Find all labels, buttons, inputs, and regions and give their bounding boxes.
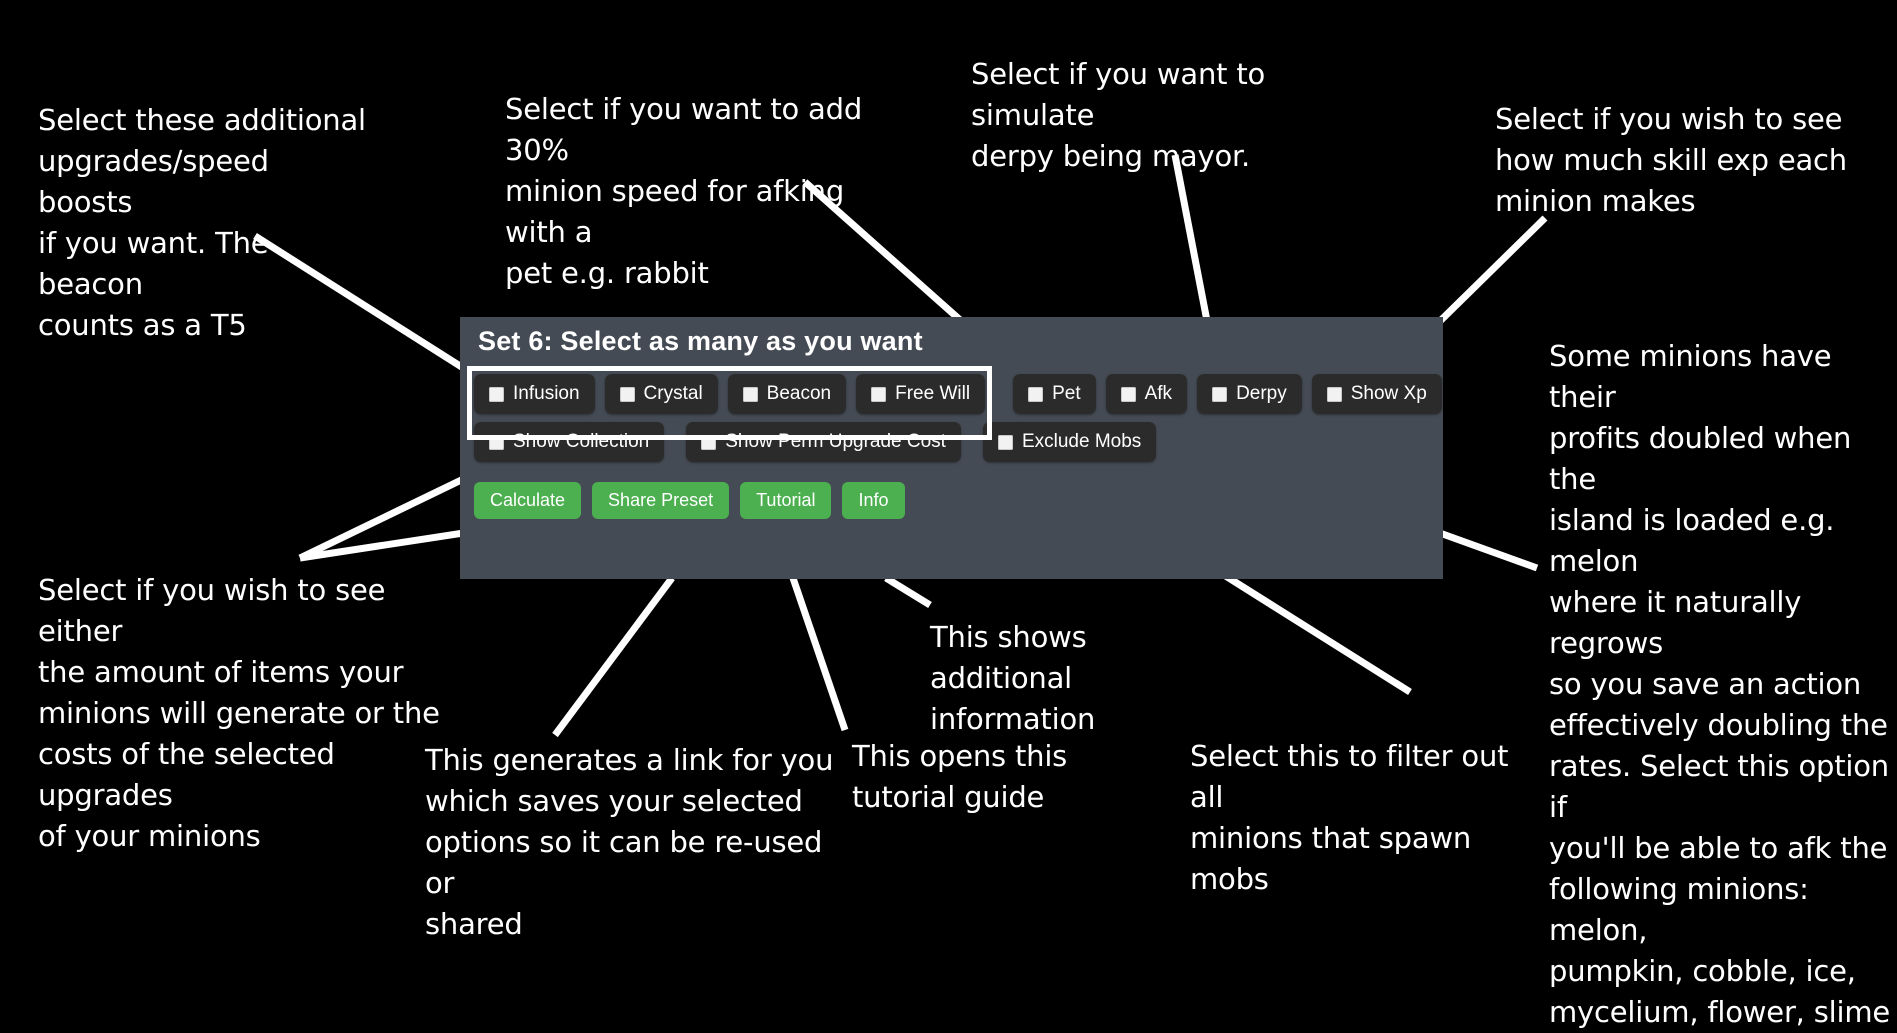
calculate-button[interactable]: Calculate bbox=[474, 482, 582, 519]
note-afk-island-loaded: Some minions have their profits doubled … bbox=[1549, 339, 1891, 1029]
group-spacer bbox=[674, 442, 686, 443]
annotated-screenshot-canvas: Set 6: Select as many as you want Infusi… bbox=[0, 0, 1897, 1029]
toggle-derpy[interactable]: Derpy bbox=[1197, 374, 1302, 414]
group-spacer bbox=[995, 394, 1013, 395]
checkbox-icon[interactable] bbox=[1028, 386, 1044, 402]
note-info: This shows additional information bbox=[930, 620, 1096, 736]
toggle-exclude-mobs[interactable]: Exclude Mobs bbox=[982, 422, 1157, 462]
toggle-label: Show Xp bbox=[1350, 383, 1427, 404]
highlight-box-upgrades bbox=[467, 366, 992, 440]
note-derpy-mayor: Select if you want to simulate derpy bei… bbox=[971, 57, 1266, 173]
toggle-label: Derpy bbox=[1236, 383, 1287, 404]
toggle-show-xp[interactable]: Show Xp bbox=[1311, 374, 1442, 414]
checkbox-icon[interactable] bbox=[997, 434, 1013, 450]
action-button-row: Calculate Share Preset Tutorial Info bbox=[474, 482, 916, 519]
note-tutorial: This opens this tutorial guide bbox=[852, 739, 1068, 814]
toggle-afk[interactable]: Afk bbox=[1105, 374, 1188, 414]
group-spacer bbox=[971, 442, 983, 443]
panel-title: Set 6: Select as many as you want bbox=[478, 326, 923, 356]
leader-line-tutorial bbox=[789, 576, 849, 732]
note-upgrades-speed-boosts: Select these additional upgrades/speed b… bbox=[38, 103, 366, 342]
minion-calculator-panel: Set 6: Select as many as you want Infusi… bbox=[460, 317, 1443, 579]
toggle-pet[interactable]: Pet bbox=[1013, 374, 1096, 414]
checkbox-icon[interactable] bbox=[1326, 386, 1342, 402]
toggle-label: Pet bbox=[1052, 383, 1081, 404]
note-show-xp: Select if you wish to see how much skill… bbox=[1495, 102, 1847, 218]
share-preset-button[interactable]: Share Preset bbox=[592, 482, 730, 519]
note-show-collection-and-cost: Select if you wish to see either the amo… bbox=[38, 573, 440, 853]
info-button[interactable]: Info bbox=[842, 482, 905, 519]
toggle-label: Afk bbox=[1144, 383, 1173, 404]
note-exclude-mobs: Select this to filter out all minions th… bbox=[1190, 739, 1509, 896]
leader-line-sharepreset bbox=[552, 575, 675, 738]
note-pet-speed: Select if you want to add 30% minion spe… bbox=[505, 92, 863, 290]
leader-line-collection-a bbox=[298, 466, 484, 562]
checkbox-icon[interactable] bbox=[1212, 386, 1228, 402]
checkbox-icon[interactable] bbox=[1120, 386, 1136, 402]
tutorial-button[interactable]: Tutorial bbox=[740, 482, 832, 519]
toggle-label: Exclude Mobs bbox=[1021, 431, 1142, 452]
note-share-preset: This generates a link for you which save… bbox=[425, 743, 834, 941]
leader-line-info bbox=[884, 575, 932, 608]
